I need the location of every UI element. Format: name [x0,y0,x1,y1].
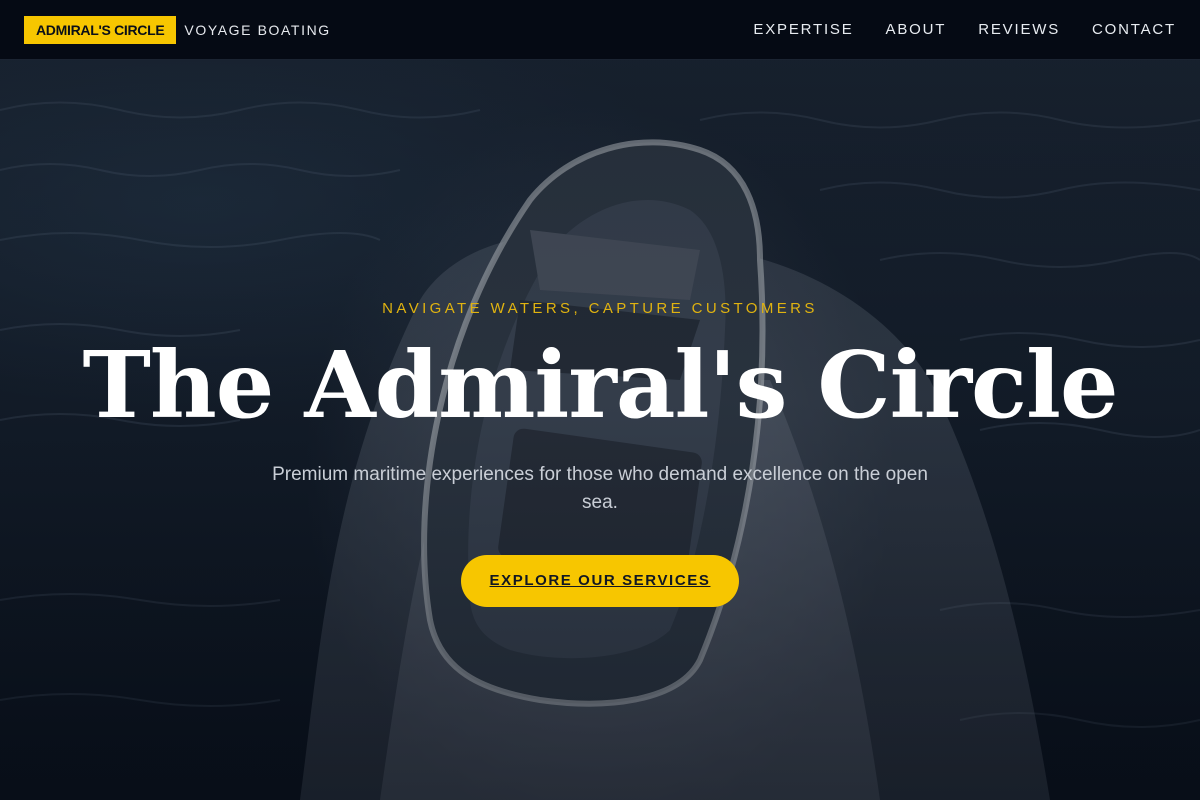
nav-links: EXPERTISE ABOUT REVIEWS CONTACT [753,21,1176,38]
hero-content: NAVIGATE WATERS, CAPTURE CUSTOMERS The A… [0,300,1200,607]
hero-title: The Admiral's Circle [82,331,1118,439]
brand[interactable]: ADMIRAL'S CIRCLE VOYAGE BOATING [24,15,331,44]
brand-subtitle: VOYAGE BOATING [184,21,331,38]
explore-services-button[interactable]: EXPLORE OUR SERVICES [461,555,739,607]
hero-description: Premium maritime experiences for those w… [272,464,928,513]
nav-link-about[interactable]: ABOUT [886,21,947,38]
brand-badge[interactable]: ADMIRAL'S CIRCLE [24,15,177,44]
nav-link-contact[interactable]: CONTACT [1092,21,1176,38]
hero-eyebrow: NAVIGATE WATERS, CAPTURE CUSTOMERS [382,300,818,317]
top-navigation: ADMIRAL'S CIRCLE VOYAGE BOATING EXPERTIS… [0,0,1200,60]
nav-link-expertise[interactable]: EXPERTISE [753,21,853,38]
nav-link-reviews[interactable]: REVIEWS [978,21,1060,38]
